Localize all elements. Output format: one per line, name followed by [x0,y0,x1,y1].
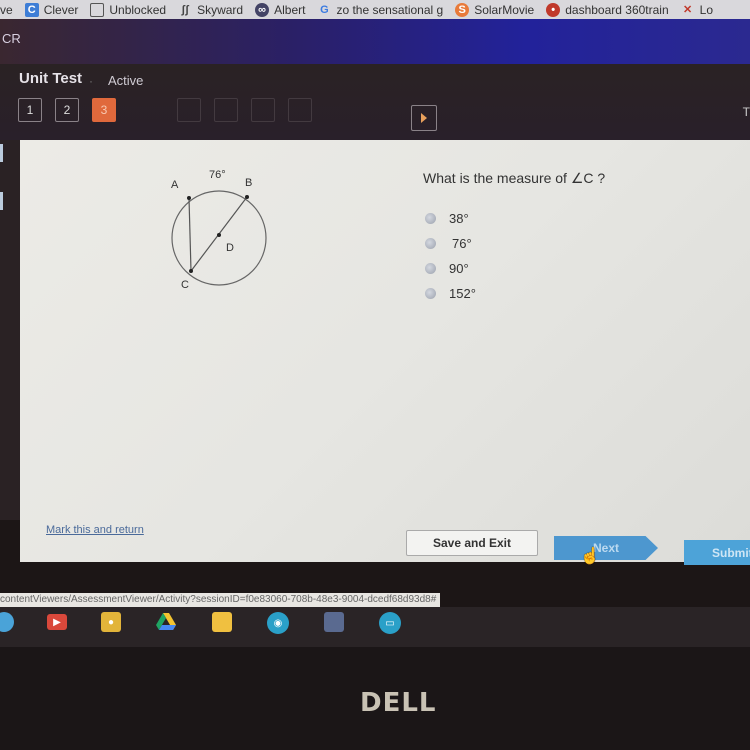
mark-and-return-link[interactable]: Mark this and return [46,524,144,536]
bookmark-label: Lo [699,2,714,17]
slides-icon[interactable] [212,612,232,632]
answer-option[interactable]: 90° [425,256,476,281]
radio-button[interactable] [425,288,436,299]
bookmark-0[interactable]: ve [0,3,13,17]
drive-icon[interactable] [156,612,176,632]
solarmovie-icon: S [455,2,470,17]
youtube-icon[interactable]: ▶ [47,614,67,630]
status-url: contentViewers/AssessmentViewer/Activity… [0,593,441,607]
answer-options: 38° 76° 90° 152° [425,206,476,306]
bookmark-dashboard[interactable]: • dashboard 360train [546,2,669,17]
point-c [189,269,193,273]
bookmark-albert[interactable]: ∞ Albert [255,2,306,17]
next-button[interactable]: Next [554,536,658,560]
bookmark-label: Clever [43,2,79,17]
point-b [245,195,249,199]
label-a: A [171,179,179,191]
keep-icon[interactable]: ● [101,612,121,632]
radio-button[interactable] [425,213,436,224]
bookmark-label: Skyward [197,2,244,17]
option-label: 152° [449,286,476,301]
window-icon [90,2,105,17]
hand-cursor-icon: ☝ [580,548,600,565]
question-3-button[interactable]: 3 [92,98,116,122]
arc-label: 76° [209,169,226,181]
sidebar-tab[interactable] [0,192,3,210]
save-and-exit-button[interactable]: Save and Exit [406,530,538,556]
google-icon: G [320,3,329,16]
radio-button[interactable] [425,263,436,274]
chat-icon[interactable] [0,612,14,632]
header-right-text: T [742,105,750,119]
label-c: C [181,279,189,291]
question-locked-button [214,98,238,122]
bookmark-google[interactable]: Gzo the sensational g [317,3,443,17]
question-nav-next-button[interactable] [411,105,437,131]
question-1-button[interactable]: 1 [18,98,42,122]
circle [171,190,267,286]
settings-icon[interactable] [324,612,344,632]
answer-option[interactable]: 152° [425,281,476,306]
x-logo-icon: ✕ [683,3,693,16]
option-label: 76° [452,236,472,251]
play-arrow-icon [421,113,427,123]
dashboard-icon: • [546,2,561,17]
test-header: Unit Test · Active 1 2 3 T [0,64,750,140]
option-label: 38° [449,211,469,226]
label-b: B [245,177,252,189]
bookmarks-bar: ve C Clever Unblocked ʃʃ Skyward ∞ Albert G… [0,0,750,19]
camera-icon[interactable]: ◉ [267,612,289,634]
chord-ac [188,197,192,272]
question-locked-button [251,98,275,122]
test-status: Active [108,73,144,88]
question-locked-button [288,98,312,122]
os-shelf: ▶ ● ◉ ▭ [0,607,750,647]
bookmark-solarmovie[interactable]: S SolarMovie [455,2,535,17]
app-header: CR [0,19,750,64]
bookmark-label: dashboard 360train [565,2,669,17]
bookmark-label: SolarMovie [474,2,535,17]
left-sidebar [0,140,20,520]
clever-icon: C [24,2,39,17]
bookmark-unblocked[interactable]: Unblocked [90,2,167,17]
sidebar-tab[interactable] [0,144,3,162]
skyward-icon: ʃʃ [181,3,189,16]
title-separator: · [89,74,93,88]
point-d [217,233,221,237]
label-d: D [226,242,234,254]
files-icon[interactable]: ▭ [379,612,401,634]
bookmark-lo[interactable]: ✕ Lo [681,3,713,17]
option-label: 90° [449,261,469,276]
dell-logo: DELL [360,688,437,718]
test-title: Unit Test [19,70,83,87]
bookmark-clever[interactable]: C Clever [24,2,79,17]
answer-option[interactable]: 38° [425,206,476,231]
answer-option[interactable]: 76° [425,231,476,256]
bookmark-label: zo the sensational g [336,2,444,17]
question-locked-button [177,98,201,122]
radio-button[interactable] [425,238,436,249]
bookmark-label: Albert [274,2,306,17]
question-panel: 76° A B C D What is the measure of ∠C ? … [20,140,750,565]
albert-icon: ∞ [255,2,270,17]
submit-button[interactable]: Submit [684,540,750,565]
question-navigator: 1 2 3 [18,98,312,124]
bookmark-label: ve [0,2,13,17]
point-a [187,196,191,200]
bookmark-skyward[interactable]: ʃʃ Skyward [178,3,243,17]
question-2-button[interactable]: 2 [55,98,79,122]
bookmark-label: Unblocked [109,2,167,17]
question-text: What is the measure of ∠C ? [423,170,606,186]
app-logo: CR [2,31,21,46]
circle-diagram: 76° A B C D [171,169,267,291]
